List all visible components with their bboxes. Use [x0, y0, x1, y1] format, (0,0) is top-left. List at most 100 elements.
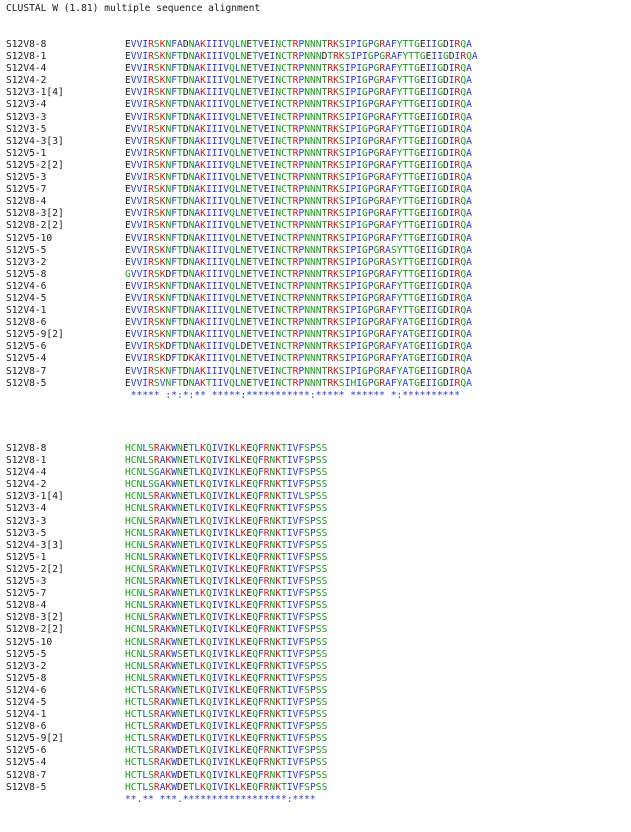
sequence-residues: EVVIRSKDFTDKAKIIIVQLNETVEINCTRPNNNTRKSIP…: [125, 353, 472, 365]
consensus-row: ***** :*:*:** *****:***********:***** **…: [0, 390, 631, 402]
sequence-residues: EVVIRSKNFTDNAKIIIVQLNETVEINCTRPNNNTRKSIP…: [125, 159, 472, 171]
alignment-row: S12V3-4 EVVIRSKNFTDNAKIIIVQLNETVEINCTRPNN…: [0, 99, 631, 111]
sequence-residues: HCTLSRAKWNETLKQIVIKLKEQFRNKTIVFSPSS: [125, 684, 328, 696]
sequence-name: S12V3-4: [6, 99, 47, 111]
sequence-residues: EVVIRSKNFTDNAKIIIVQLNETVEINCTRPNNNTRKSIP…: [125, 111, 472, 123]
sequence-name: S12V5-6: [6, 341, 47, 353]
alignment-block-2: S12V8-8 HCNLSRAKWNETLKQIVIKLKEQFRNKTIVFSP…: [0, 443, 631, 806]
alignment-row: S12V8-4 HCNLSRAKWNETLKQIVIKLKEQFRNKTIVFSP…: [0, 600, 631, 612]
sequence-name: S12V8-1: [6, 455, 47, 467]
sequence-name: S12V8-2[2]: [6, 624, 64, 636]
alignment-row: S12V5-1 HCNLSRAKWNETLKQIVIKLKEQFRNKTIVFSP…: [0, 552, 631, 564]
sequence-residues: HCNLSRAKWNETLKQIVIKLKEQFRNKTIVLSPSS: [125, 491, 328, 503]
sequence-residues: HCNLSRAKWNETLKQIVIKLKEQFRNKTIVFSPSS: [125, 527, 328, 539]
sequence-residues: EVVIRSKNFTDNAKIIIVQLNETVEINCTRPNNNTRKSIP…: [125, 135, 472, 147]
sequence-name: S12V4-6: [6, 684, 47, 696]
sequence-residues: EVVIRSKNFADNAKIIIVQLNETVEINCTRPNNNTRKSIP…: [125, 39, 472, 50]
sequence-name: S12V5-7: [6, 184, 47, 196]
sequence-name: S12V8-4: [6, 196, 47, 208]
sequence-name: S12V8-8: [6, 39, 47, 50]
alignment-row: S12V8-6 HCTLSRAKWDETLKQIVIKLKEQFRNKTIVFSP…: [0, 721, 631, 733]
sequence-residues: HCNLSRAKWNETLKQIVIKLKEQFRNKTIVFSPSS: [125, 515, 328, 527]
sequence-residues: EVVIRSKNFTDNAKIIIVQLNETVEINCTRPNNNTRKSIP…: [125, 75, 472, 87]
sequence-name: S12V5-8: [6, 672, 47, 684]
sequence-residues: EVVIRSKNFTDNAKIIIVQLNETVEINCTRPNNNTRKSIP…: [125, 184, 472, 196]
sequence-residues: EVVIRSKNFTDNAKIIIVQLNETVEINCTRPNNNTRKSIP…: [125, 147, 472, 159]
sequence-name: S12V5-4: [6, 353, 47, 365]
sequence-name: S12V8-3[2]: [6, 208, 64, 220]
sequence-residues: EVVIRSKNFTDNAKIIIVQLNETVEINCTRPNNNTRKSIP…: [125, 365, 472, 377]
sequence-residues: EVVIRSKNFTDNAKIIIVQLNETVEINCTRPNNNTRKSIP…: [125, 329, 472, 341]
sequence-residues: HCNLSRAKWNETLKQIVIKLKEQFRNKTIVFSPSS: [125, 563, 328, 575]
sequence-residues: HCTLSRAKWDETLKQIVIKLKEQFRNKTIVFSPSS: [125, 769, 328, 781]
sequence-name: S12V3-2: [6, 660, 47, 672]
alignment-row: S12V3-3 HCNLSRAKWNETLKQIVIKLKEQFRNKTIVFSP…: [0, 516, 631, 528]
sequence-name: S12V5-2[2]: [6, 563, 64, 575]
sequence-name: S12V4-6: [6, 280, 47, 292]
sequence-residues: HCNLSRAKWNETLKQIVIKLKEQFRNKTIVFSPSS: [125, 600, 328, 612]
sequence-residues: EVVIRSVNFTDNAKTIIVQLNETVEINCTRPNNNTRKSIH…: [125, 377, 472, 389]
alignment-row: S12V8-5 HCTLSRAKWDETLKQIVIKLKEQFRNKTIVFSP…: [0, 782, 631, 794]
sequence-name: S12V4-5: [6, 696, 47, 708]
alignment-row: S12V3-5 HCNLSRAKWNETLKQIVIKLKEQFRNKTIVFSP…: [0, 528, 631, 540]
alignment-row: S12V5-3 EVVIRSKNFTDNAKIIIVQLNETVEINCTRPNN…: [0, 172, 631, 184]
sequence-residues: HCNLSRAKWNETLKQIVIKLKEQFRNKTIVFSPSS: [125, 672, 328, 684]
alignment-row: S12V5-10 EVVIRSKNFTDNAKIIIVQLNETVEINCTRPN…: [0, 233, 631, 245]
sequence-name: S12V3-4: [6, 503, 47, 515]
sequence-residues: EVVIRSKNFTDNAKIIIVQLNETVEINCTRPNNNTRKSIP…: [125, 317, 472, 329]
sequence-name: S12V5-4: [6, 757, 47, 769]
alignment-row: S12V5-9[2] EVVIRSKNFTDNAKIIIVQLNETVEINCTR…: [0, 329, 631, 341]
sequence-residues: HCNLSRAKWSETLKQIVIKLKEQFRNKTIVFSPSS: [125, 648, 328, 660]
alignment-row: S12V5-4 HCTLSRAKWDETLKQIVIKLKEQFRNKTIVFSP…: [0, 757, 631, 769]
sequence-residues: HCNLSRAKWNETLKQIVIKLKEQFRNKTIVFSPSS: [125, 612, 328, 624]
sequence-name: S12V4-2: [6, 75, 47, 87]
sequence-name: S12V5-3: [6, 576, 47, 588]
alignment-row: S12V3-1[4] EVVIRSKNFTDNAKIIIVQLNETVEINCTR…: [0, 87, 631, 99]
sequence-name: S12V4-2: [6, 479, 47, 491]
sequence-name: S12V3-5: [6, 527, 47, 539]
sequence-residues: EVVIRSKNFTDNAKIIIVQLNETVEINCTRPNNNTRKSIP…: [125, 208, 472, 220]
sequence-residues: HCNLSGAKWNETLKQIVIKLKEQFRNKTIVFSPSS: [125, 467, 328, 479]
alignment-row: S12V5-6 EVVIRSKDFTDNAKIIIVQLDETVEINCTRPNN…: [0, 341, 631, 353]
sequence-name: S12V5-7: [6, 588, 47, 600]
sequence-name: S12V4-4: [6, 63, 47, 75]
alignment-row: S12V4-1 HCTLSRAKWNETLKQIVIKLKEQFRNKTIVFSP…: [0, 709, 631, 721]
consensus-symbols: ***** :*:*:** *****:***********:***** **…: [125, 389, 461, 401]
sequence-name: S12V8-5: [6, 377, 47, 389]
sequence-name: S12V8-5: [6, 781, 47, 793]
sequence-residues: EVVIRSKNFTDNAKIIIVQLNETVEINCTRPNNNTRKSIP…: [125, 123, 472, 135]
sequence-residues: EVVIRSKDFTDNAKIIIVQLDETVEINCTRPNNNTRKSIP…: [125, 341, 472, 353]
sequence-name: S12V3-1[4]: [6, 491, 64, 503]
sequence-name: S12V5-2[2]: [6, 159, 64, 171]
alignment-row: S12V8-2[2] EVVIRSKNFTDNAKIIIVQLNETVEINCTR…: [0, 220, 631, 232]
sequence-name: S12V5-9[2]: [6, 733, 64, 745]
alignment-row: S12V3-1[4] HCNLSRAKWNETLKQIVIKLKEQFRNKTIV…: [0, 491, 631, 503]
alignment-row: S12V5-2[2] EVVIRSKNFTDNAKIIIVQLNETVEINCTR…: [0, 160, 631, 172]
sequence-name: S12V5-3: [6, 172, 47, 184]
sequence-name: S12V8-7: [6, 365, 47, 377]
sequence-residues: HCNLSRAKWNETLKQIVIKLKEQFRNKTIVFSPSS: [125, 636, 328, 648]
sequence-residues: HCNLSRAKWNETLKQIVIKLKEQFRNKTIVFSPSS: [125, 551, 328, 563]
alignment-row: S12V5-10 HCNLSRAKWNETLKQIVIKLKEQFRNKTIVFS…: [0, 637, 631, 649]
sequence-name: S12V5-10: [6, 232, 53, 244]
sequence-residues: HCNLSRAKWNETLKQIVIKLKEQFRNKTIVFSPSS: [125, 539, 328, 551]
sequence-name: S12V8-7: [6, 769, 47, 781]
sequence-residues: HCTLSRAKWDETLKQIVIKLKEQFRNKTIVFSPSS: [125, 721, 328, 733]
alignment-row: S12V8-8 HCNLSRAKWNETLKQIVIKLKEQFRNKTIVFSP…: [0, 443, 631, 455]
sequence-residues: EVVIRSKNFTDNAKIIIVQLNETVEINCTRPNNNTRKSIP…: [125, 172, 472, 184]
sequence-residues: EVVIRSKNFTDNAKIIIVQLNETVEINCTRPNNNTRKSIP…: [125, 196, 472, 208]
alignment-row: S12V4-4 EVVIRSKNFTDNAKIIIVQLNETVEINCTRPNN…: [0, 63, 631, 75]
alignment-row: S12V5-5 EVVIRSKNFTDNAKIIIVQLNETVEINCTRPNN…: [0, 245, 631, 257]
alignment-row: S12V4-4 HCNLSGAKWNETLKQIVIKLKEQFRNKTIVFSP…: [0, 467, 631, 479]
alignment-row: S12V8-7 HCTLSRAKWDETLKQIVIKLKEQFRNKTIVFSP…: [0, 770, 631, 782]
alignment-row: S12V8-7 EVVIRSKNFTDNAKIIIVQLNETVEINCTRPNN…: [0, 366, 631, 378]
sequence-name: S12V4-1: [6, 305, 47, 317]
sequence-name: S12V3-5: [6, 123, 47, 135]
alignment-title: CLUSTAL W (1.81) multiple sequence align…: [6, 3, 261, 14]
sequence-residues: EVVIRSKNFTDNAKIIIVQLNETVEINCTRPNNNTRKSIP…: [125, 256, 472, 268]
sequence-name: S12V4-3[3]: [6, 135, 64, 147]
alignment-row: S12V3-5 EVVIRSKNFTDNAKIIIVQLNETVEINCTRPNN…: [0, 124, 631, 136]
alignment-row: S12V5-9[2] HCTLSRAKWDETLKQIVIKLKEQFRNKTIV…: [0, 733, 631, 745]
sequence-residues: HCNLSRAKWNETLKQIVIKLKEQFRNKTIVFSPSS: [125, 443, 328, 454]
sequence-name: S12V5-9[2]: [6, 329, 64, 341]
